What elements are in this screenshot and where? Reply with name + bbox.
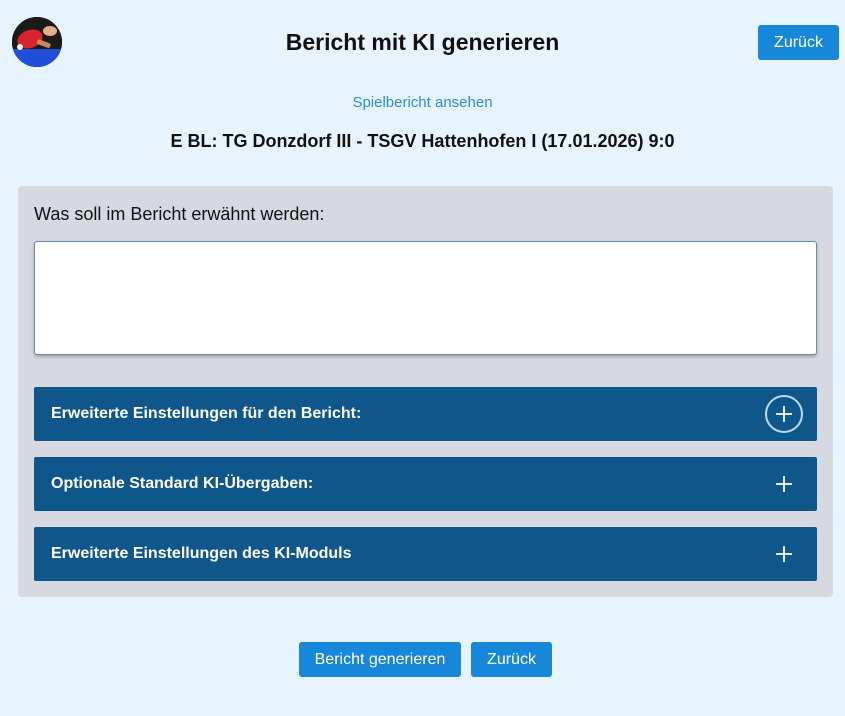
prompt-textarea[interactable] <box>34 241 817 355</box>
back-button-top[interactable]: Zurück <box>758 25 839 60</box>
report-form-panel: Was soll im Bericht erwähnt werden: Erwe… <box>18 186 833 597</box>
page-title: Bericht mit KI generieren <box>285 29 560 55</box>
match-title: E BL: TG Donzdorf III - TSGV Hattenhofen… <box>170 131 675 151</box>
generate-report-button[interactable]: Bericht generieren <box>299 642 461 677</box>
accordion-ai-module-settings[interactable]: Erweiterte Einstellungen des KI-Moduls <box>34 527 817 581</box>
accordion-title: Optionale Standard KI-Übergaben: <box>51 475 314 492</box>
plus-icon[interactable] <box>765 395 803 433</box>
view-match-report-link[interactable]: Spielbericht ansehen <box>0 94 845 111</box>
accordion-title: Erweiterte Einstellungen des KI-Moduls <box>51 545 352 562</box>
plus-icon[interactable] <box>765 465 803 503</box>
header: Bericht mit KI generieren Zurück <box>0 0 845 84</box>
accordion-title: Erweiterte Einstellungen für den Bericht… <box>51 405 362 422</box>
prompt-label: Was soll im Bericht erwähnt werden: <box>34 204 325 224</box>
plus-icon[interactable] <box>765 535 803 573</box>
accordion-standard-ai-inputs[interactable]: Optionale Standard KI-Übergaben: <box>34 457 817 511</box>
accordion-report-settings[interactable]: Erweiterte Einstellungen für den Bericht… <box>34 387 817 441</box>
back-button-bottom[interactable]: Zurück <box>471 642 552 677</box>
